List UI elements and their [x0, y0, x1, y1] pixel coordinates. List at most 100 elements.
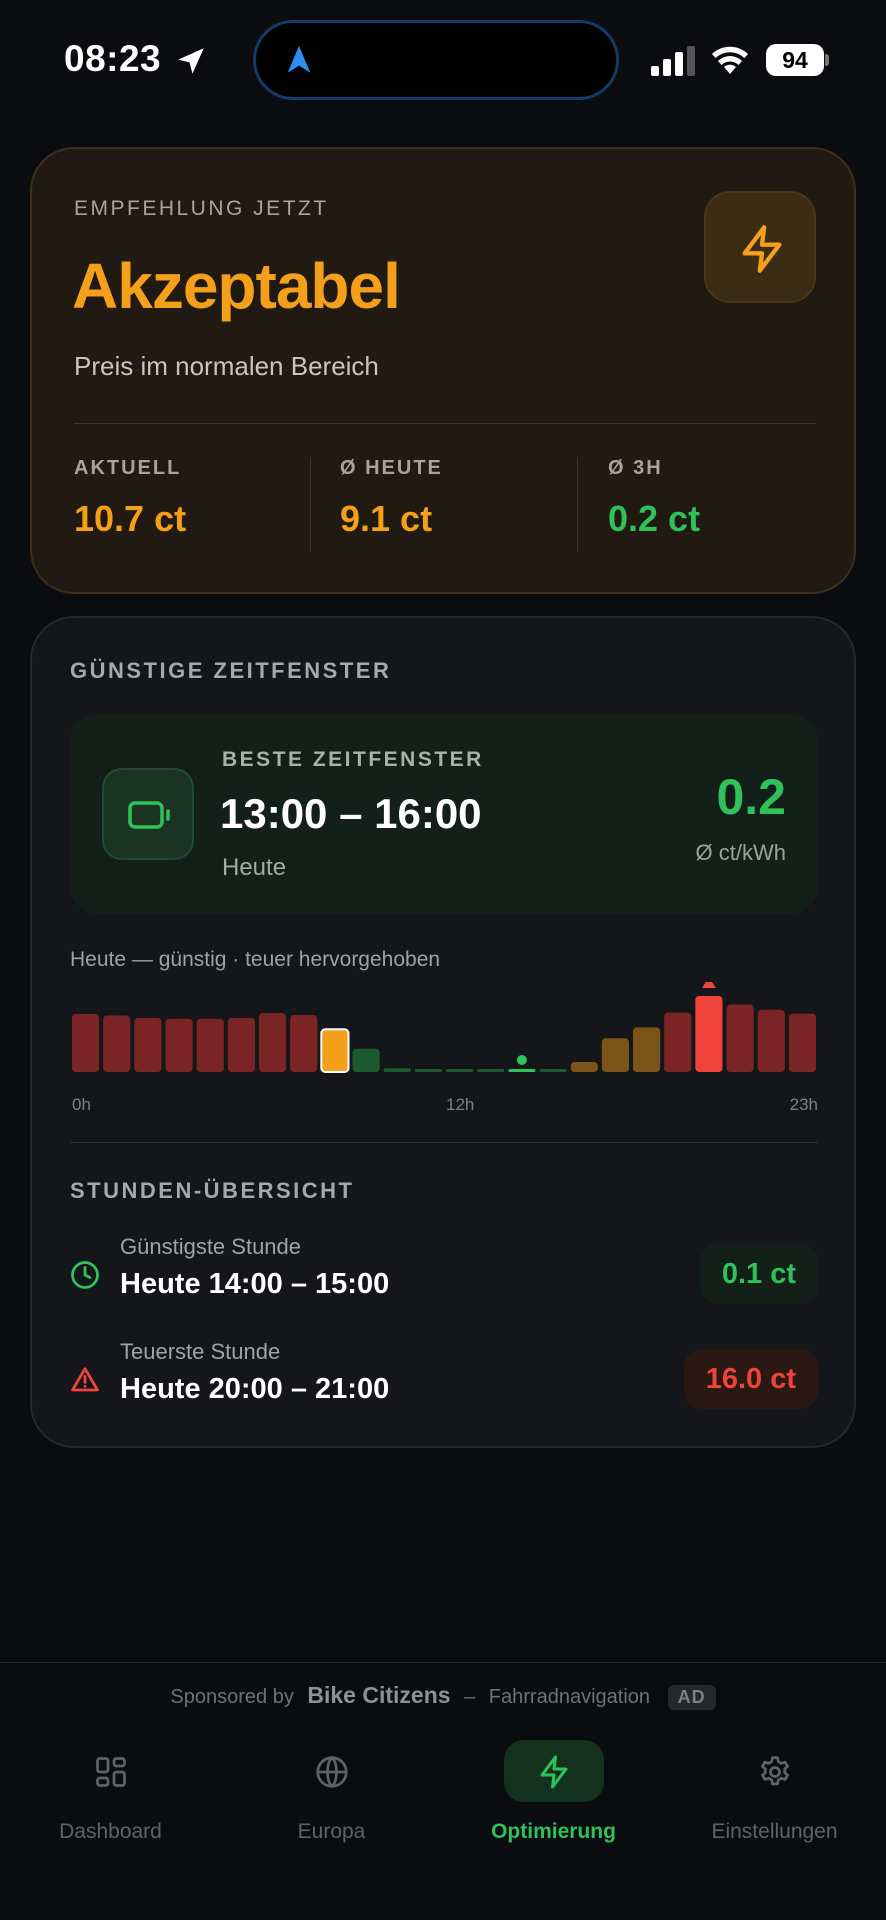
- best-window-unit: Ø ct/kWh: [695, 840, 786, 865]
- battery-cap: [825, 54, 829, 66]
- tab-icon-wrap: [725, 1740, 825, 1802]
- recommendation-label: EMPFEHLUNG JETZT: [74, 197, 329, 220]
- best-window-day: Heute: [222, 854, 287, 881]
- tab-icon-wrap: [504, 1740, 604, 1802]
- battery-level: 94: [766, 44, 824, 76]
- chart-bar-0h: [72, 1014, 100, 1072]
- chart-caption: Heute — günstig · teuer hervorgehoben: [70, 948, 441, 971]
- best-window-box[interactable]: BESTE ZEITFENSTER 13:00 – 16:00 Heute 0.…: [70, 714, 818, 914]
- clock-icon: [71, 1261, 99, 1289]
- chart-bar-7h: [290, 1015, 318, 1072]
- divider: [70, 1142, 818, 1143]
- location-arrow-icon: [178, 48, 204, 74]
- chart-bar-4h: [196, 1018, 224, 1072]
- stat-value: 0.2 ct: [608, 498, 701, 539]
- battery-indicator: 94: [766, 44, 830, 76]
- tab-label: Einstellungen: [711, 1820, 838, 1843]
- recommendation-status: Akzeptabel: [72, 250, 401, 322]
- dashboard-icon: [96, 1757, 126, 1787]
- recommendation-badge: [704, 191, 816, 303]
- x-tick-label: 23h: [790, 1095, 818, 1114]
- chart-bar-13h: [477, 1069, 505, 1072]
- expensive-hour-row: Teuerste Stunde Heute 20:00 – 21:00 16.0…: [70, 1339, 818, 1419]
- cellular-signal-icon: [651, 46, 695, 76]
- globe-icon: [316, 1755, 348, 1789]
- stat-separator: [310, 457, 311, 552]
- cheapest-hour-label: Günstigste Stunde: [120, 1234, 302, 1259]
- section-title: STUNDEN-ÜBERSICHT: [70, 1178, 355, 1203]
- gear-icon: [761, 1756, 789, 1786]
- chart-bar-6h: [259, 1013, 287, 1072]
- tab-label: Europa: [297, 1820, 366, 1843]
- stat-label: Ø HEUTE: [340, 457, 443, 479]
- chart-bar-18h: [633, 1027, 661, 1072]
- tab-icon-wrap: [61, 1740, 161, 1802]
- tab-optimierung[interactable]: Optimierung: [443, 1740, 664, 1860]
- best-window-time: 13:00 – 16:00: [220, 790, 482, 837]
- stat-value: 10.7 ct: [74, 498, 187, 539]
- tab-bar: Dashboard Europa Optimierung Einstellung…: [0, 1740, 886, 1880]
- sponsor-brand[interactable]: Bike Citizens: [307, 1682, 450, 1708]
- stat-label: Ø 3H: [608, 457, 663, 479]
- stat-value: 9.1 ct: [340, 498, 433, 539]
- wifi-icon: [712, 46, 748, 74]
- tab-label: Dashboard: [59, 1820, 162, 1843]
- cheapest-hour-row: Günstigste Stunde Heute 14:00 – 15:00 0.…: [70, 1234, 818, 1314]
- cheapest-hour-price: 0.1 ct: [699, 1244, 818, 1304]
- expensive-hour-time: Heute 20:00 – 21:00: [120, 1373, 390, 1405]
- sponsor-banner[interactable]: Sponsored by Bike Citizens – Fahrradnavi…: [0, 1682, 886, 1711]
- status-bar: 08:23 94: [0, 0, 886, 120]
- chart-bar-5h: [227, 1017, 255, 1072]
- tab-label: Optimierung: [491, 1820, 616, 1843]
- expensive-hour-label: Teuerste Stunde: [120, 1339, 281, 1364]
- sponsor-dash: –: [464, 1686, 476, 1708]
- divider: [74, 423, 816, 424]
- stat-avg-today: Ø HEUTE 9.1 ct: [340, 457, 443, 540]
- x-tick-label: 12h: [446, 1095, 474, 1114]
- stat-avg-3h: Ø 3H 0.2 ct: [608, 457, 700, 540]
- stat-label: AKTUELL: [74, 457, 182, 479]
- chart-bar-9h: [352, 1048, 380, 1072]
- chart-bar-1h: [103, 1015, 131, 1072]
- tab-einstellungen[interactable]: Einstellungen: [664, 1740, 885, 1860]
- chart-bar-11h: [414, 1069, 442, 1072]
- ad-badge: AD: [667, 1685, 716, 1711]
- stat-separator: [577, 457, 578, 552]
- section-title: GÜNSTIGE ZEITFENSTER: [70, 658, 392, 683]
- chart-bar-15h: [539, 1069, 567, 1072]
- chart-bar-22h: [757, 1009, 785, 1072]
- sponsor-tagline: Fahrradnavigation: [488, 1686, 651, 1708]
- x-tick-label: 0h: [72, 1095, 91, 1114]
- sponsor-prefix: Sponsored by: [170, 1686, 294, 1708]
- dynamic-island[interactable]: [253, 20, 619, 100]
- chart-bar-16h: [570, 1062, 598, 1072]
- tab-dashboard[interactable]: Dashboard: [0, 1740, 221, 1860]
- tab-icon-wrap: [282, 1740, 382, 1802]
- tab-europa[interactable]: Europa: [221, 1740, 442, 1860]
- warning-icon: [71, 1367, 99, 1392]
- chart-bar-14h: [508, 1069, 536, 1072]
- expensive-hour-price: 16.0 ct: [683, 1349, 818, 1409]
- status-time: 08:23: [64, 38, 162, 79]
- cheap-windows-card: GÜNSTIGE ZEITFENSTER BESTE ZEITFENSTER 1…: [30, 616, 856, 1448]
- chart-bar-21h: [726, 1004, 754, 1072]
- stat-current: AKTUELL 10.7 ct: [74, 457, 186, 540]
- best-window-label: BESTE ZEITFENSTER: [222, 748, 484, 771]
- cheapest-hour-time: Heute 14:00 – 15:00: [120, 1268, 390, 1300]
- chart-bar-10h: [383, 1068, 411, 1072]
- bolt-icon: [742, 225, 782, 273]
- cheapest-marker: [516, 1055, 527, 1065]
- divider: [0, 1662, 886, 1663]
- chart-bar-12h: [446, 1069, 474, 1072]
- chart-bar-19h: [664, 1012, 692, 1072]
- navigation-arrow-icon: [287, 45, 311, 73]
- chart-bar-2h: [134, 1017, 162, 1072]
- chart-bar-3h: [165, 1018, 193, 1072]
- chart-bar-20h: [695, 996, 723, 1072]
- bolt-icon: [540, 1755, 568, 1789]
- chart-bar-17h: [601, 1038, 629, 1072]
- price-chart: 0h 12h 23h: [72, 982, 818, 1114]
- battery-charging-icon: [128, 801, 170, 829]
- recommendation-description: Preis im normalen Bereich: [74, 351, 379, 381]
- best-window-badge: [102, 768, 194, 860]
